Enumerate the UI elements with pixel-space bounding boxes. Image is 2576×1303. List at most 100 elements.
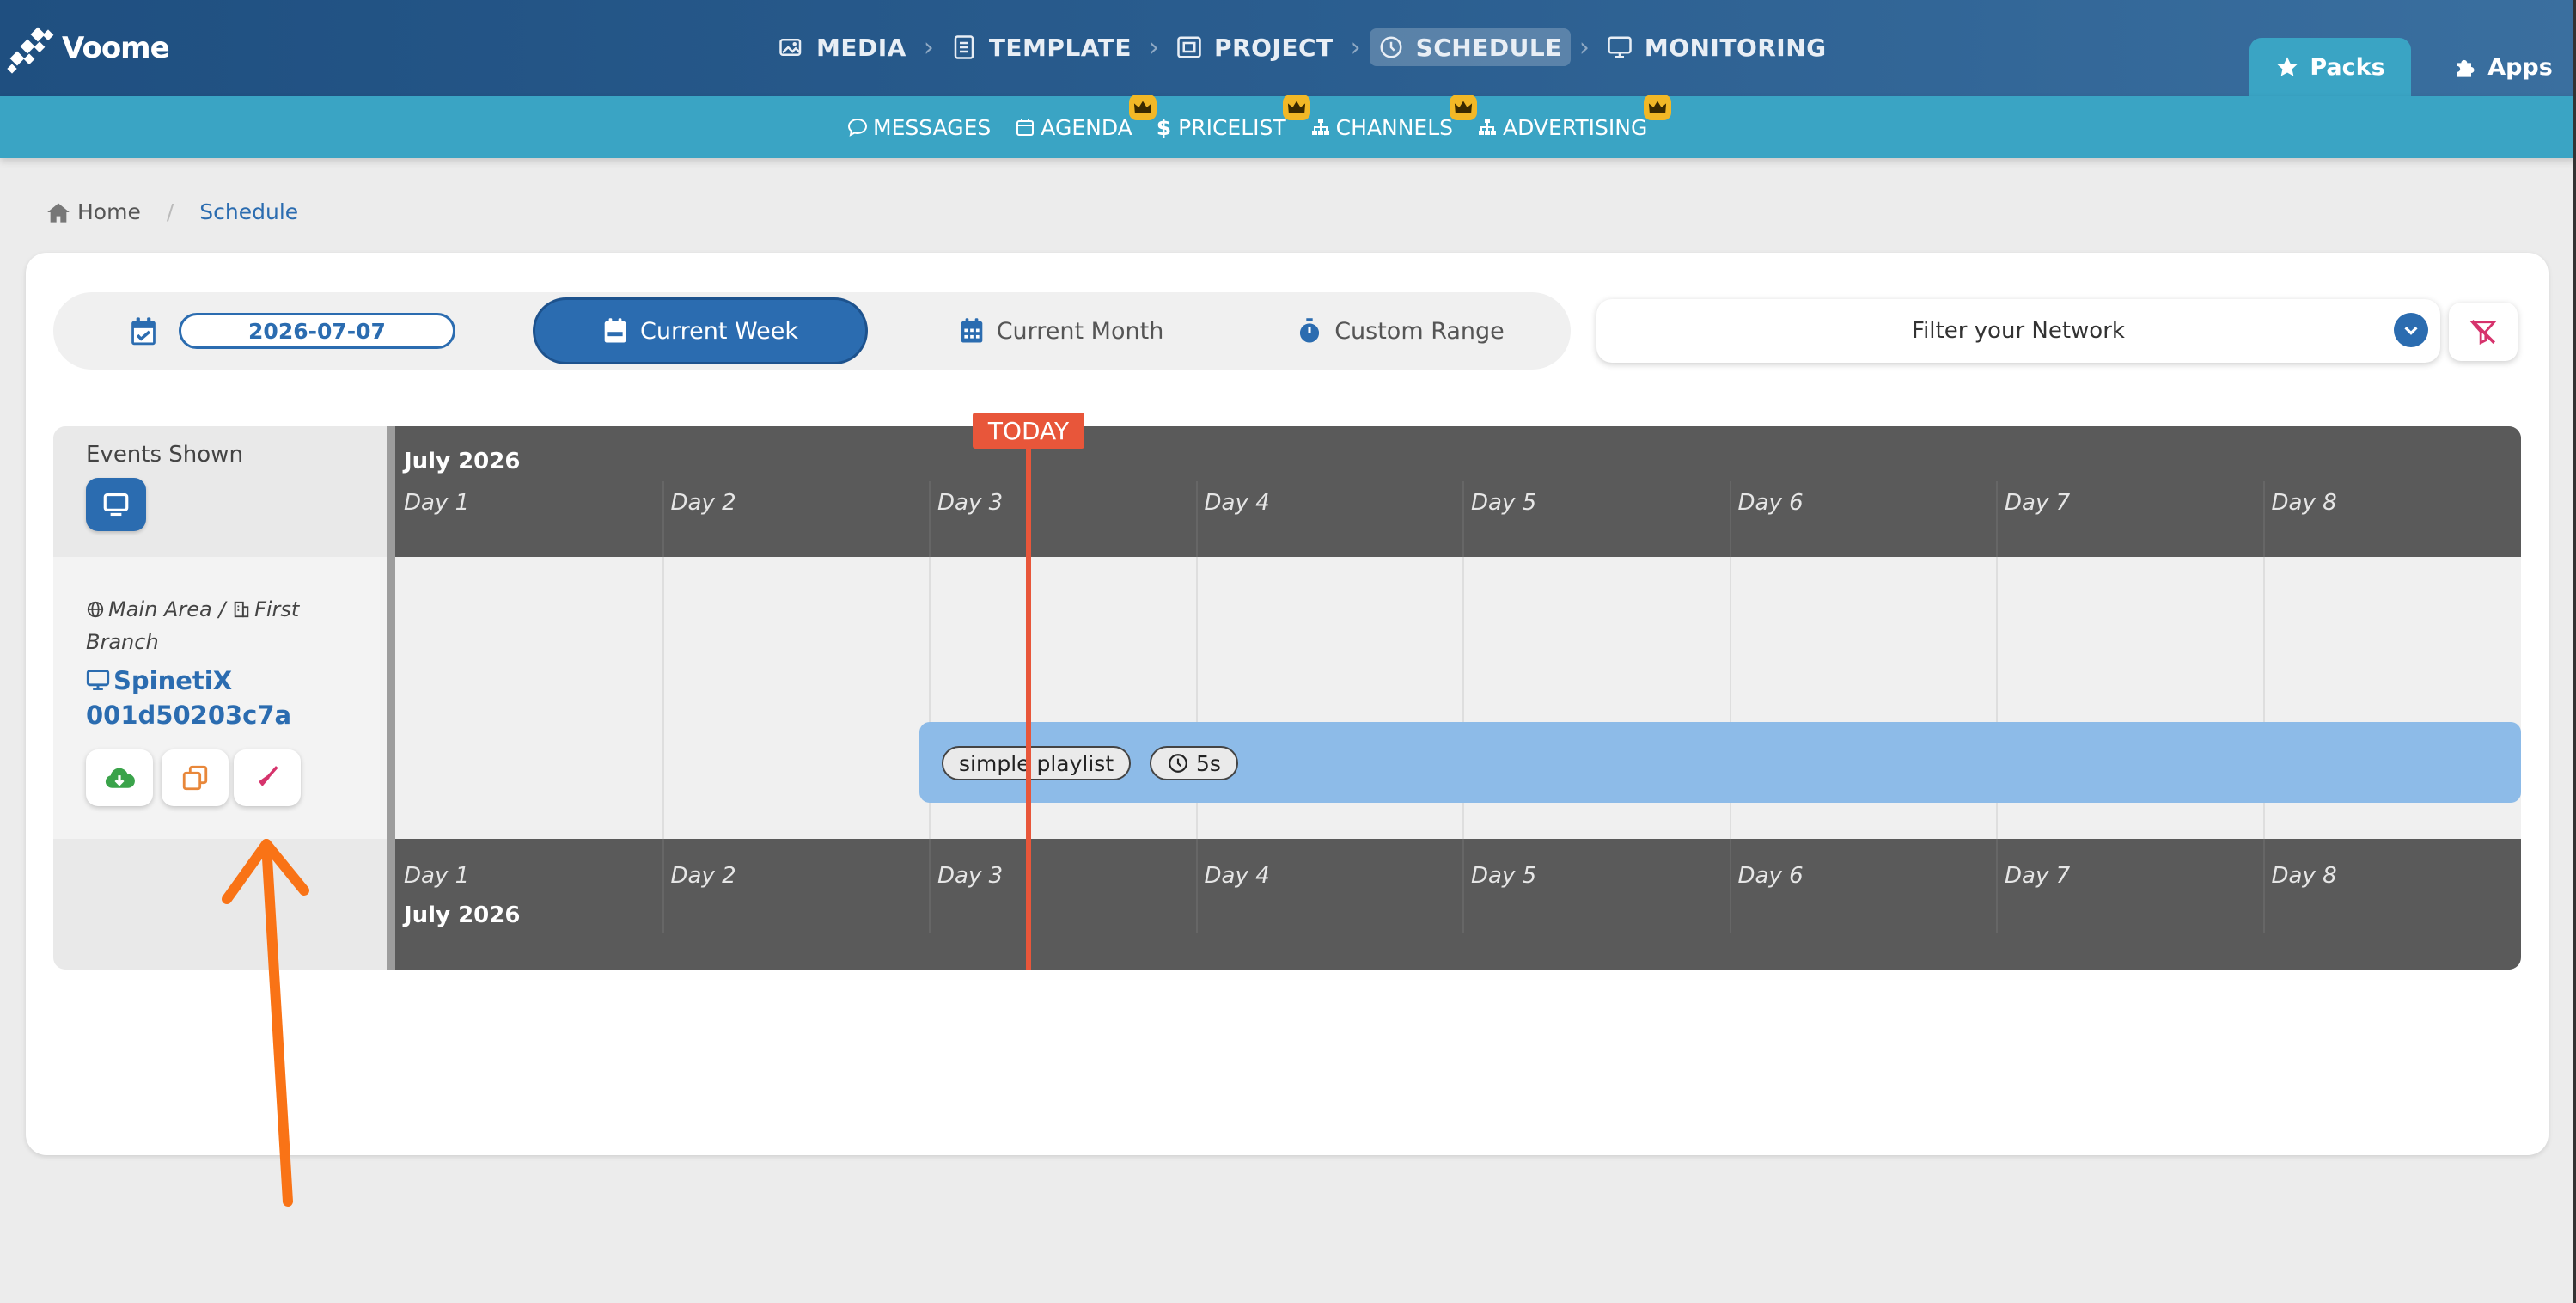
day-label-top: Day 5 bbox=[1471, 490, 1537, 516]
timeline-divider bbox=[387, 426, 395, 970]
breadcrumb-home[interactable]: Home bbox=[46, 199, 141, 224]
tab-packs-label: Packs bbox=[2310, 53, 2385, 81]
month-label-top: July 2026 bbox=[404, 449, 521, 474]
monitor-icon bbox=[86, 670, 110, 690]
copy-button[interactable] bbox=[162, 749, 229, 806]
nav-project[interactable]: PROJECT bbox=[1168, 28, 1342, 66]
subnav-channels-label: CHANNELS bbox=[1335, 114, 1454, 140]
filter-clear-icon bbox=[2469, 319, 2497, 346]
current-month-label: Current Month bbox=[996, 317, 1164, 345]
nav-chevron-icon: › bbox=[1149, 32, 1160, 63]
day-label-top: Day 6 bbox=[1737, 490, 1804, 516]
nav-monitoring-label: MONITORING bbox=[1644, 33, 1827, 62]
tab-apps[interactable]: Apps bbox=[2430, 38, 2576, 96]
current-week-button[interactable]: Current Week bbox=[533, 297, 868, 364]
network-filter-select[interactable]: Filter your Network bbox=[1596, 299, 2440, 363]
day-label-bottom: Day 6 bbox=[1737, 863, 1804, 889]
subnav-pricelist[interactable]: $ PRICELIST bbox=[1157, 94, 1310, 140]
voome-logo-icon bbox=[7, 27, 54, 74]
calendar-icon bbox=[1016, 119, 1035, 136]
custom-range-label: Custom Range bbox=[1334, 317, 1505, 345]
breadcrumb-current[interactable]: Schedule bbox=[199, 199, 298, 224]
annotation-arrow bbox=[222, 839, 309, 1207]
tab-packs[interactable]: Packs bbox=[2249, 38, 2411, 96]
nav-chevron-icon: › bbox=[1578, 32, 1590, 63]
clear-filter-button[interactable] bbox=[2449, 303, 2518, 361]
app-name: Voome bbox=[62, 31, 170, 65]
tab-apps-label: Apps bbox=[2487, 53, 2553, 81]
image-icon bbox=[779, 39, 802, 56]
day-divider bbox=[662, 839, 664, 933]
current-month-button[interactable]: Current Month bbox=[937, 297, 1186, 364]
download-button[interactable] bbox=[86, 749, 153, 806]
day-divider bbox=[1462, 839, 1464, 933]
day-divider bbox=[2262, 839, 2265, 933]
chevron-down-icon bbox=[2394, 313, 2428, 347]
calendar-check-icon[interactable] bbox=[129, 316, 158, 347]
crown-icon bbox=[1450, 94, 1478, 120]
template-icon bbox=[954, 35, 974, 59]
day-label-bottom: Day 4 bbox=[1204, 863, 1270, 889]
clear-schedule-button[interactable] bbox=[234, 749, 301, 806]
sub-navbar: MESSAGES AGENDA $ PRICELIST CHANNELS ADV… bbox=[0, 94, 2576, 158]
custom-range-button[interactable]: Custom Range bbox=[1289, 297, 1512, 364]
location-area: Main Area bbox=[108, 597, 212, 621]
copy-icon bbox=[182, 765, 208, 791]
nav-media-label: MEDIA bbox=[816, 33, 906, 62]
subnav-messages-label: MESSAGES bbox=[873, 114, 992, 140]
stopwatch-icon bbox=[1300, 318, 1320, 343]
calendar-month-icon bbox=[961, 318, 982, 343]
nav-template[interactable]: TEMPLATE bbox=[943, 28, 1140, 66]
sitemap-icon bbox=[1479, 119, 1497, 135]
day-divider bbox=[2262, 481, 2265, 557]
nav-monitoring[interactable]: MONITORING bbox=[1598, 28, 1835, 66]
event-duration: 5s bbox=[1196, 750, 1221, 776]
subnav-agenda-label: AGENDA bbox=[1041, 114, 1132, 140]
nav-template-label: TEMPLATE bbox=[988, 33, 1132, 62]
day-divider bbox=[1729, 839, 1731, 933]
date-input[interactable] bbox=[179, 313, 455, 349]
subnav-agenda[interactable]: AGENDA bbox=[1015, 94, 1157, 140]
location-separator: / bbox=[218, 597, 226, 621]
crown-icon bbox=[1128, 94, 1157, 120]
device-location: Main Area / First Branch bbox=[86, 593, 361, 658]
home-icon bbox=[47, 203, 70, 223]
nav-chevron-icon: › bbox=[1350, 32, 1361, 63]
voome-logo[interactable]: Voome bbox=[7, 22, 170, 74]
clock-icon bbox=[1169, 754, 1187, 773]
subnav-messages[interactable]: MESSAGES bbox=[847, 115, 991, 140]
nav-media[interactable]: MEDIA bbox=[770, 28, 915, 66]
day-divider bbox=[1462, 481, 1464, 557]
sitemap-icon bbox=[1311, 119, 1329, 135]
day-divider bbox=[929, 839, 931, 933]
nav-schedule[interactable]: SCHEDULE bbox=[1369, 28, 1571, 66]
day-label-top: Day 7 bbox=[2005, 490, 2071, 516]
subnav-channels[interactable]: CHANNELS bbox=[1310, 94, 1478, 140]
day-label-bottom: Day 3 bbox=[937, 863, 1004, 889]
crown-icon bbox=[1282, 94, 1310, 120]
chat-icon bbox=[847, 118, 868, 137]
puzzle-icon bbox=[2457, 59, 2475, 77]
day-label-top: Day 8 bbox=[2271, 490, 2337, 516]
device-link[interactable]: SpinetiX 001d50203c7a bbox=[86, 664, 361, 732]
day-label-bottom: Day 8 bbox=[2271, 863, 2337, 889]
day-divider bbox=[1996, 481, 1998, 557]
day-label-top: Day 4 bbox=[1204, 490, 1270, 516]
subnav-advertising-label: ADVERTISING bbox=[1503, 114, 1648, 140]
crown-icon bbox=[1644, 94, 1672, 120]
network-filter-label: Filter your Network bbox=[1912, 318, 2125, 344]
timeline-header-bottom bbox=[395, 839, 2521, 970]
subnav-advertising[interactable]: ADVERTISING bbox=[1477, 94, 1672, 140]
event-name-badge[interactable]: simple playlist bbox=[942, 746, 1132, 780]
day-divider bbox=[929, 481, 931, 557]
project-icon bbox=[1177, 36, 1201, 58]
window-edge bbox=[2573, 0, 2576, 1303]
day-label-top: Day 2 bbox=[670, 490, 736, 516]
globe-icon bbox=[87, 601, 104, 618]
day-label-bottom: Day 1 bbox=[404, 863, 470, 889]
events-shown-toggle[interactable] bbox=[86, 478, 146, 531]
breadcrumb-separator: / bbox=[166, 199, 174, 224]
top-navbar: Voome MEDIA › TEMPLATE › PROJECT › SCHED… bbox=[0, 0, 2576, 96]
month-label-bottom: July 2026 bbox=[404, 902, 521, 928]
sub-nav: MESSAGES AGENDA $ PRICELIST CHANNELS ADV… bbox=[847, 94, 1672, 158]
